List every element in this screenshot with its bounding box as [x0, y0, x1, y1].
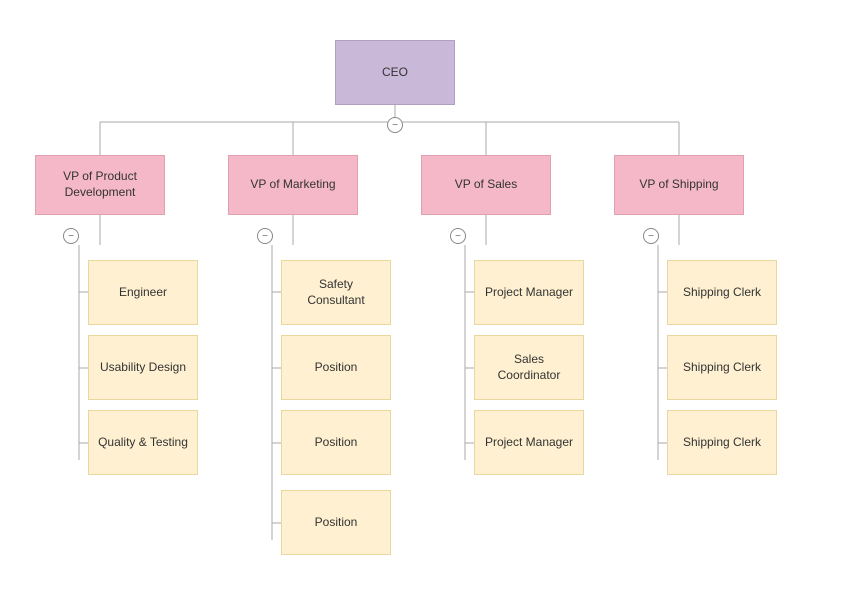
sales-coordinator-node: Sales Coordinator [474, 335, 584, 400]
project-manager1-node: Project Manager [474, 260, 584, 325]
collapse-mkt-button[interactable]: − [257, 228, 273, 244]
ceo-node: CEO [335, 40, 455, 105]
vp-mkt-label: VP of Marketing [250, 177, 335, 193]
ceo-label: CEO [382, 65, 408, 81]
collapse-pd-button[interactable]: − [63, 228, 79, 244]
proj-mgr1-label: Project Manager [485, 285, 573, 301]
vp-product-development-node: VP of Product Development [35, 155, 165, 215]
usability-node: Usability Design [88, 335, 198, 400]
quality-node: Quality & Testing [88, 410, 198, 475]
vp-pd-label: VP of Product Development [44, 169, 156, 200]
ship-clerk3-label: Shipping Clerk [683, 435, 761, 451]
safety-label: Safety Consultant [290, 277, 382, 308]
vp-sales-label: VP of Sales [455, 177, 517, 193]
vp-marketing-node: VP of Marketing [228, 155, 358, 215]
shipping-clerk3-node: Shipping Clerk [667, 410, 777, 475]
usability-label: Usability Design [100, 360, 186, 376]
ship-clerk1-label: Shipping Clerk [683, 285, 761, 301]
proj-mgr2-label: Project Manager [485, 435, 573, 451]
vp-sales-node: VP of Sales [421, 155, 551, 215]
engineer-node: Engineer [88, 260, 198, 325]
vp-ship-label: VP of Shipping [639, 177, 718, 193]
position2-node: Position [281, 410, 391, 475]
quality-label: Quality & Testing [98, 435, 188, 451]
pos3-label: Position [315, 515, 358, 531]
collapse-sales-button[interactable]: − [450, 228, 466, 244]
ship-clerk2-label: Shipping Clerk [683, 360, 761, 376]
pos1-label: Position [315, 360, 358, 376]
shipping-clerk2-node: Shipping Clerk [667, 335, 777, 400]
engineer-label: Engineer [119, 285, 167, 301]
shipping-clerk1-node: Shipping Clerk [667, 260, 777, 325]
collapse-ceo-button[interactable]: − [387, 117, 403, 133]
safety-consultant-node: Safety Consultant [281, 260, 391, 325]
position1-node: Position [281, 335, 391, 400]
sales-coord-label: Sales Coordinator [483, 352, 575, 383]
pos2-label: Position [315, 435, 358, 451]
vp-shipping-node: VP of Shipping [614, 155, 744, 215]
org-chart: CEO − VP of Product Development VP of Ma… [0, 0, 842, 614]
project-manager2-node: Project Manager [474, 410, 584, 475]
position3-node: Position [281, 490, 391, 555]
collapse-ship-button[interactable]: − [643, 228, 659, 244]
